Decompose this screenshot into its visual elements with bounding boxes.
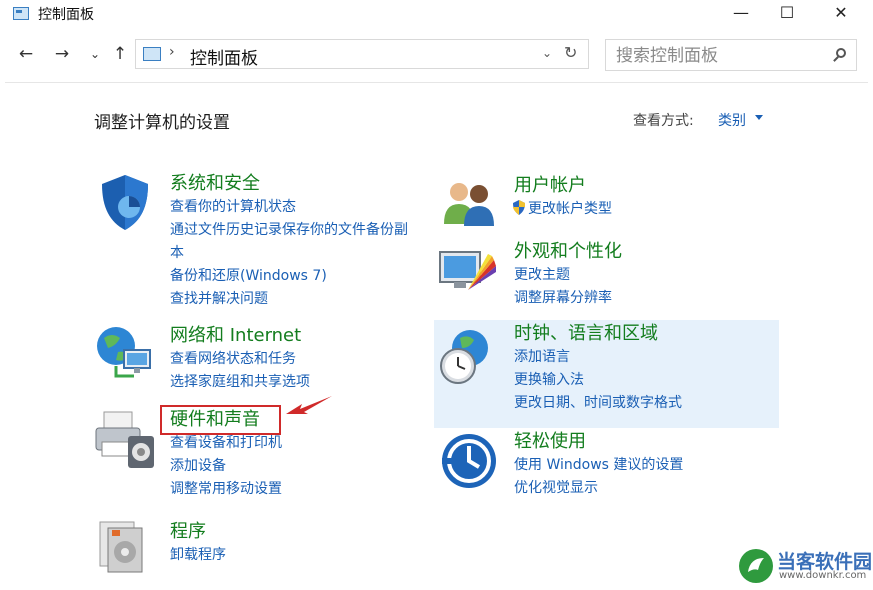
printer-icon <box>95 411 154 468</box>
users-icon <box>444 183 494 226</box>
refresh-icon[interactable]: ↻ <box>564 43 577 62</box>
category-title[interactable]: 轻松使用 <box>514 430 683 454</box>
category-clock-language-region: 时钟、语言和区域 添加语言 更换输入法 更改日期、时间或数字格式 <box>514 322 682 415</box>
address-bar[interactable]: › 控制面板 ⌄ ↻ <box>135 39 589 69</box>
link-optimize-display[interactable]: 优化视觉显示 <box>514 477 683 500</box>
link-homegroup[interactable]: 选择家庭组和共享选项 <box>170 371 310 394</box>
maximize-button[interactable]: ☐ <box>764 0 810 28</box>
minimize-button[interactable]: — <box>718 0 764 28</box>
link-change-input[interactable]: 更换输入法 <box>514 369 682 392</box>
category-ease-of-access: 轻松使用 使用 Windows 建议的设置 优化视觉显示 <box>514 430 683 500</box>
link-add-device[interactable]: 添加设备 <box>170 455 282 478</box>
link-mobility-settings[interactable]: 调整常用移动设置 <box>170 478 282 501</box>
appearance-icon <box>439 251 496 290</box>
shield-icon <box>102 175 148 230</box>
link-devices-printers[interactable]: 查看设备和打印机 <box>170 432 282 455</box>
watermark-logo-icon <box>739 549 773 583</box>
category-title[interactable]: 时钟、语言和区域 <box>514 322 682 346</box>
category-title[interactable]: 系统和安全 <box>170 172 408 196</box>
link-check-status[interactable]: 查看你的计算机状态 <box>170 196 408 219</box>
category-network: 网络和 Internet 查看网络状态和任务 选择家庭组和共享选项 <box>170 324 310 394</box>
annotation-box <box>160 405 281 435</box>
caret-down-icon[interactable] <box>755 115 763 120</box>
search-input[interactable] <box>614 43 818 69</box>
annotation-arrow-icon <box>286 396 332 414</box>
network-globe-icon <box>97 327 151 378</box>
divider <box>5 82 868 83</box>
recent-locations-button[interactable]: ⌄ <box>85 42 105 66</box>
watermark-url: www.downkr.com <box>779 570 867 581</box>
forward-button[interactable]: → <box>52 42 72 66</box>
link-add-language[interactable]: 添加语言 <box>514 346 682 369</box>
page-title: 调整计算机的设置 <box>94 113 230 133</box>
category-title[interactable]: 网络和 Internet <box>170 324 310 348</box>
category-appearance: 外观和个性化 更改主题 调整屏幕分辨率 <box>514 240 622 310</box>
back-button[interactable]: ← <box>16 42 36 66</box>
category-title[interactable]: 用户帐户 <box>514 174 612 198</box>
link-troubleshoot[interactable]: 查找并解决问题 <box>170 288 408 311</box>
search-icon[interactable] <box>836 48 846 58</box>
link-file-history-cont[interactable]: 本 <box>170 242 408 265</box>
control-panel-icon <box>143 47 161 61</box>
search-box[interactable] <box>605 39 857 71</box>
link-change-theme[interactable]: 更改主题 <box>514 264 622 287</box>
view-by-label: 查看方式: <box>633 113 694 129</box>
link-date-time-format[interactable]: 更改日期、时间或数字格式 <box>514 392 682 415</box>
link-file-history[interactable]: 通过文件历史记录保存你的文件备份副 <box>170 219 408 242</box>
programs-icon <box>99 521 143 573</box>
clock-globe-icon <box>440 330 488 384</box>
category-system-security: 系统和安全 查看你的计算机状态 通过文件历史记录保存你的文件备份副 本 备份和还… <box>170 172 408 311</box>
ease-of-access-icon <box>442 434 496 488</box>
up-button[interactable]: ↑ <box>110 42 130 66</box>
category-user-accounts: 用户帐户 更改帐户类型 <box>513 174 612 221</box>
breadcrumb[interactable]: 控制面板 <box>190 44 258 69</box>
link-uninstall[interactable]: 卸载程序 <box>170 544 226 567</box>
link-network-status[interactable]: 查看网络状态和任务 <box>170 348 310 371</box>
close-button[interactable]: ✕ <box>818 0 864 28</box>
chevron-down-icon[interactable]: ⌄ <box>542 46 552 60</box>
title-bar: 控制面板 — ☐ ✕ <box>0 0 873 30</box>
view-by-dropdown[interactable]: 类别 <box>718 110 746 130</box>
link-screen-resolution[interactable]: 调整屏幕分辨率 <box>514 287 622 310</box>
uac-shield-icon <box>513 200 525 215</box>
link-backup-restore[interactable]: 备份和还原(Windows 7) <box>170 265 408 288</box>
link-label[interactable]: 更改帐户类型 <box>528 201 612 217</box>
category-programs: 程序 卸载程序 <box>170 520 226 567</box>
chevron-right-icon: › <box>169 44 175 60</box>
control-panel-icon <box>13 7 29 20</box>
category-title[interactable]: 程序 <box>170 520 226 544</box>
window-title: 控制面板 <box>38 7 94 23</box>
link-recommended-settings[interactable]: 使用 Windows 建议的设置 <box>514 454 683 477</box>
link-change-account-type[interactable]: 更改帐户类型 <box>513 198 612 221</box>
category-title[interactable]: 外观和个性化 <box>514 240 622 264</box>
address-row: ← → ⌄ ↑ › 控制面板 ⌄ ↻ <box>0 36 873 72</box>
